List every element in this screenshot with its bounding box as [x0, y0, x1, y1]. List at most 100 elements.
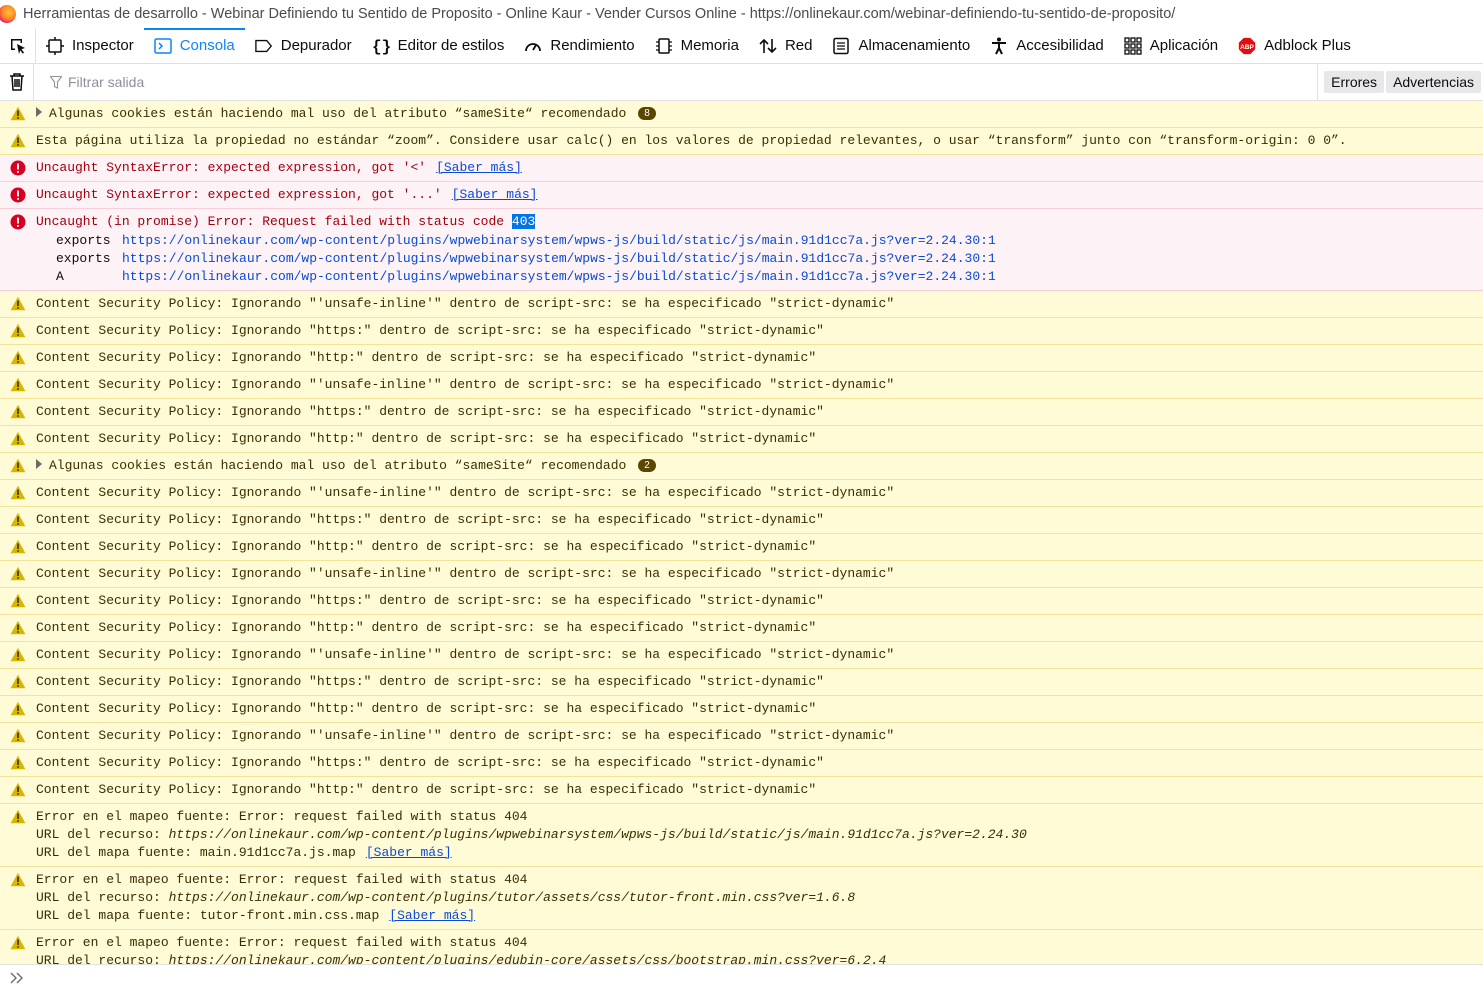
warning-icon — [8, 132, 28, 150]
console-warning-message[interactable]: Content Security Policy: Ignorando "http… — [0, 615, 1483, 642]
console-error-message[interactable]: Uncaught SyntaxError: expected expressio… — [0, 182, 1483, 209]
filter-output-field[interactable] — [34, 64, 1483, 100]
message-body: Content Security Policy: Ignorando "http… — [36, 511, 1483, 529]
console-warning-message[interactable]: Content Security Policy: Ignorando "'uns… — [0, 642, 1483, 669]
message-text: Uncaught SyntaxError: expected expressio… — [36, 160, 427, 175]
warning-icon — [8, 700, 28, 718]
console-warning-message[interactable]: Content Security Policy: Ignorando "http… — [0, 399, 1483, 426]
tab-aplicacion[interactable]: Aplicación — [1114, 28, 1228, 63]
detail-value: main.91d1cc7a.js.map — [199, 845, 356, 860]
console-warning-message[interactable]: Content Security Policy: Ignorando "'uns… — [0, 723, 1483, 750]
learn-more-link[interactable]: [Saber más] — [452, 187, 538, 202]
console-warning-message[interactable]: Content Security Policy: Ignorando "http… — [0, 696, 1483, 723]
error-icon — [8, 159, 28, 177]
adblock-icon: ABP — [1238, 37, 1256, 55]
console-warning-message[interactable]: Content Security Policy: Ignorando "'uns… — [0, 291, 1483, 318]
stack-location-link[interactable]: https://onlinekaur.com/wp-content/plugin… — [122, 268, 996, 286]
tab-red[interactable]: Red — [749, 28, 823, 63]
console-warning-message[interactable]: Content Security Policy: Ignorando "http… — [0, 318, 1483, 345]
console-warning-message[interactable]: Algunas cookies están haciendo mal uso d… — [0, 453, 1483, 480]
message-body: Error en el mapeo fuente: Error: request… — [36, 934, 1483, 964]
message-text: Error en el mapeo fuente: Error: request… — [36, 935, 528, 950]
tab-memoria[interactable]: Memoria — [645, 28, 749, 63]
message-body: Content Security Policy: Ignorando "'uns… — [36, 646, 1483, 664]
tab-depurador[interactable]: Depurador — [245, 28, 362, 63]
message-line: Content Security Policy: Ignorando "http… — [36, 430, 1483, 448]
detail-label: URL del mapa fuente: — [36, 845, 200, 860]
filter-output-input[interactable] — [68, 74, 568, 90]
learn-more-link[interactable]: [Saber más] — [366, 845, 452, 860]
message-line: Uncaught SyntaxError: expected expressio… — [36, 159, 1483, 177]
filter-buttons: Errores Advertencias — [1317, 64, 1483, 100]
learn-more-link[interactable]: [Saber más] — [389, 908, 475, 923]
console-error-message[interactable]: Uncaught (in promise) Error: Request fai… — [0, 209, 1483, 291]
message-text: Content Security Policy: Ignorando "http… — [36, 674, 824, 689]
warning-icon — [8, 349, 28, 367]
message-text: Uncaught SyntaxError: expected expressio… — [36, 187, 442, 202]
element-picker-button[interactable] — [0, 28, 36, 63]
detail-label: URL del recurso: — [36, 827, 169, 842]
expand-arrow-icon[interactable] — [36, 107, 42, 117]
tab-label: Red — [784, 37, 813, 54]
console-warning-message[interactable]: Content Security Policy: Ignorando "'uns… — [0, 561, 1483, 588]
filter-errors-button[interactable]: Errores — [1324, 71, 1385, 93]
warning-icon — [8, 808, 28, 862]
detail-line: URL del recurso: https://onlinekaur.com/… — [36, 952, 1483, 964]
console-warning-message[interactable]: Content Security Policy: Ignorando "'uns… — [0, 372, 1483, 399]
console-warning-message[interactable]: Error en el mapeo fuente: Error: request… — [0, 867, 1483, 930]
stack-location-link[interactable]: https://onlinekaur.com/wp-content/plugin… — [122, 250, 996, 268]
message-body: Content Security Policy: Ignorando "http… — [36, 673, 1483, 691]
tab-editor-de-estilos[interactable]: {} Editor de estilos — [362, 28, 515, 63]
tab-rendimiento[interactable]: Rendimiento — [514, 28, 644, 63]
warning-icon — [8, 673, 28, 691]
console-warning-message[interactable]: Content Security Policy: Ignorando "http… — [0, 507, 1483, 534]
debugger-icon — [254, 37, 273, 55]
console-warning-message[interactable]: Content Security Policy: Ignorando "'uns… — [0, 480, 1483, 507]
clear-console-button[interactable] — [0, 64, 34, 100]
console-warning-message[interactable]: Content Security Policy: Ignorando "http… — [0, 588, 1483, 615]
tab-label: Editor de estilos — [397, 37, 505, 54]
message-text: Uncaught (in promise) Error: Request fai… — [36, 214, 512, 229]
message-line: Content Security Policy: Ignorando "'uns… — [36, 295, 1483, 313]
console-input[interactable] — [30, 970, 1483, 985]
window-title: Herramientas de desarrollo - Webinar Def… — [23, 6, 1176, 22]
devtools-toolbar: Inspector Consola Depurador {} Editor de est… — [0, 28, 1483, 64]
tab-label: Accesibilidad — [1016, 37, 1104, 54]
tab-label: Aplicación — [1149, 37, 1219, 54]
message-body: Algunas cookies están haciendo mal uso d… — [36, 457, 1483, 475]
console-warning-message[interactable]: Content Security Policy: Ignorando "http… — [0, 777, 1483, 804]
console-warning-message[interactable]: Content Security Policy: Ignorando "http… — [0, 750, 1483, 777]
console-warning-message[interactable]: Error en el mapeo fuente: Error: request… — [0, 930, 1483, 964]
expand-arrow-icon[interactable] — [36, 459, 42, 469]
tab-almacenamiento[interactable]: Almacenamiento — [822, 28, 980, 63]
message-body: Error en el mapeo fuente: Error: request… — [36, 808, 1483, 862]
message-line: Content Security Policy: Ignorando "http… — [36, 538, 1483, 556]
message-line: Esta página utiliza la propiedad no está… — [36, 132, 1483, 150]
console-warning-message[interactable]: Content Security Policy: Ignorando "http… — [0, 534, 1483, 561]
console-warning-message[interactable]: Algunas cookies están haciendo mal uso d… — [0, 101, 1483, 128]
detail-line: URL del recurso: https://onlinekaur.com/… — [36, 826, 1483, 844]
filter-warnings-button[interactable]: Advertencias — [1386, 71, 1481, 93]
firefox-logo-icon — [0, 5, 16, 23]
message-body: Content Security Policy: Ignorando "http… — [36, 349, 1483, 367]
console-error-message[interactable]: Uncaught SyntaxError: expected expressio… — [0, 155, 1483, 182]
console-warning-message[interactable]: Error en el mapeo fuente: Error: request… — [0, 804, 1483, 867]
tab-consola[interactable]: Consola — [143, 28, 245, 63]
console-output[interactable]: Algunas cookies están haciendo mal uso d… — [0, 101, 1483, 964]
warning-icon — [8, 376, 28, 394]
console-warning-message[interactable]: Esta página utiliza la propiedad no está… — [0, 128, 1483, 155]
message-line: Content Security Policy: Ignorando "http… — [36, 781, 1483, 799]
console-warning-message[interactable]: Content Security Policy: Ignorando "http… — [0, 345, 1483, 372]
stack-location-link[interactable]: https://onlinekaur.com/wp-content/plugin… — [122, 232, 996, 250]
warning-icon — [8, 105, 28, 123]
learn-more-link[interactable]: [Saber más] — [436, 160, 522, 175]
tab-adblock-plus[interactable]: ABP Adblock Plus — [1228, 28, 1361, 63]
console-warning-message[interactable]: Content Security Policy: Ignorando "http… — [0, 426, 1483, 453]
warning-icon — [8, 484, 28, 502]
tab-accesibilidad[interactable]: Accesibilidad — [980, 28, 1114, 63]
tab-inspector[interactable]: Inspector — [36, 28, 144, 63]
message-text: Content Security Policy: Ignorando "http… — [36, 323, 824, 338]
console-warning-message[interactable]: Content Security Policy: Ignorando "http… — [0, 669, 1483, 696]
message-body: Content Security Policy: Ignorando "http… — [36, 430, 1483, 448]
message-text: Error en el mapeo fuente: Error: request… — [36, 872, 528, 887]
